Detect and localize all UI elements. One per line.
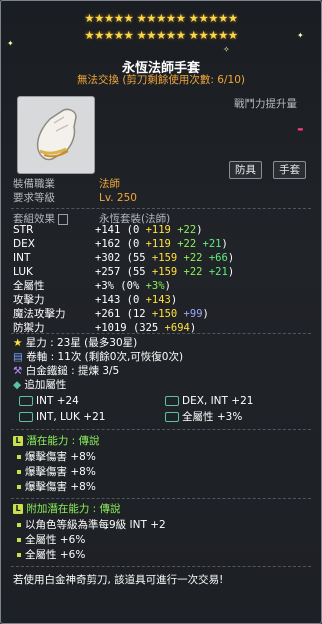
tag-glove: 手套 [273,161,307,179]
scroll-icon: ▤ [13,351,23,363]
potential-line: 爆擊傷害 +8% [17,480,96,494]
additional-line: 全屬性 +6% [17,533,85,547]
footer-note: 若使用白金神奇剪刀, 該道具可進行一次交易! [13,574,224,586]
sparkle-icon: ✧ [223,45,230,54]
level-value: Lv. 250 [99,192,137,204]
tag-armor: 防具 [229,161,262,179]
bonus-label: ◆ 追加屬性 [13,379,67,391]
divider [11,566,311,567]
star-force-row-2: ★★★★★ ★★★★★ ★★★★★ [84,28,238,42]
legendary-badge-icon: L [13,504,23,514]
bonus-stat-icon [165,396,179,406]
item-icon [17,96,95,174]
stat-row: DEX +162 (0 +119 +22 +21) [13,238,228,250]
scroll-line: ▤ 卷軸 : 11次 (剩餘0次,可恢復0次) [13,351,184,363]
item-tooltip: ★★★★★ ★★★★★ ★★★★★ ★★★★★ ★★★★★ ★★★★★ ✦ ✦ … [0,0,322,624]
bonus-stat-4: 全屬性 +3% [165,410,242,424]
hammer-line: ⚒ 白金鐵鎚 : 提煉 3/5 [13,365,120,377]
potential-line: 爆擊傷害 +8% [17,450,96,464]
glove-icon [36,108,77,161]
sparkle-icon: ✦ [297,31,304,40]
divider [11,498,311,499]
bonus-stat-1: INT +24 [19,394,79,408]
stat-row: STR +141 (0 +119 +22) [13,224,203,236]
potential-header: L 潛在能力 : 傳說 [13,434,100,448]
divider [11,429,311,430]
job-value: 法師 [99,178,120,190]
stat-row: 全屬性 +3% (0% +3%) [13,280,171,292]
bonus-stat-2: DEX, INT +21 [165,394,253,408]
additional-header: L 附加潛在能力 : 傳說 [13,502,121,516]
bonus-stat-icon [19,396,33,406]
bonus-stat-icon [165,412,179,422]
bonus-stat-3: INT, LUK +21 [19,410,105,424]
stat-row: LUK +257 (55 +159 +22 +21) [13,266,235,278]
additional-line: 以角色等級為準每9級 INT +2 [17,518,166,532]
power-value: - [297,119,304,138]
trade-status: 無法交換 (剪刀剩餘使用次數: 6/10) [77,74,245,86]
star-force-line: ★ 星力 : 23星 (最多30星) [13,337,138,349]
type-tags: 防具 手套 [229,158,307,179]
level-label: 要求等級 [13,192,55,204]
bonus-stat-icon [19,412,33,422]
stat-row: INT +302 (55 +159 +22 +66) [13,252,235,264]
divider [11,333,311,334]
divider [11,208,311,209]
potential-line: 爆擊傷害 +8% [17,465,96,479]
sparkle-icon: ✦ [7,39,14,48]
hammer-icon: ⚒ [13,365,23,377]
star-icon: ★ [13,337,23,349]
bonus-icon: ◆ [13,379,22,391]
stat-row: 攻擊力 +143 (0 +143) [13,294,178,306]
power-label: 戰鬥力提升量 [234,98,297,110]
job-label: 裝備職業 [13,178,55,190]
star-force-row-1: ★★★★★ ★★★★★ ★★★★★ [84,11,238,25]
stat-row: 魔法攻擊力 +261 (12 +150 +99) [13,308,209,320]
legendary-badge-icon: L [13,436,23,446]
additional-line: 全屬性 +6% [17,548,85,562]
